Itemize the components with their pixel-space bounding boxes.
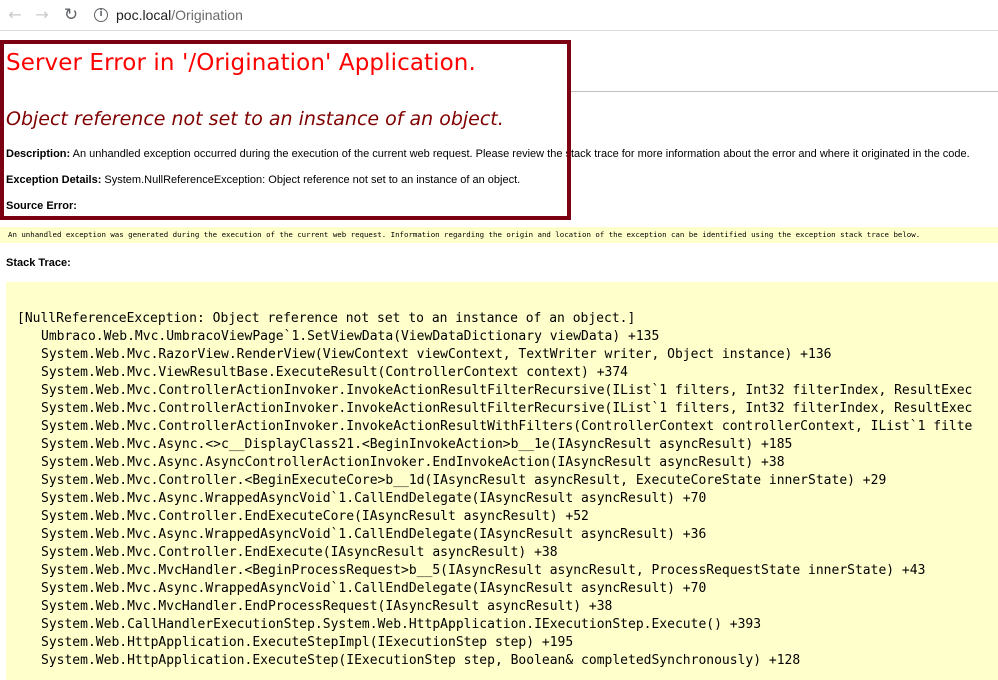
url-host: poc.local	[116, 7, 172, 23]
browser-toolbar: ← → ↻ i poc.local/Origination	[0, 0, 998, 31]
stack-trace-line: System.Web.Mvc.RazorView.RenderView(View…	[41, 347, 832, 362]
stack-trace-line: System.Web.CallHandlerExecutionStep.Syst…	[41, 617, 762, 632]
stack-trace-label: Stack Trace:	[6, 257, 71, 269]
stack-trace-line: System.Web.Mvc.Async.WrappedAsyncVoid`1.…	[41, 581, 707, 596]
stack-trace-line: Umbraco.Web.Mvc.UmbracoViewPage`1.SetVie…	[41, 329, 660, 344]
highlight-annotation-box	[0, 40, 571, 220]
stack-trace-line: System.Web.Mvc.ControllerActionInvoker.I…	[41, 401, 973, 416]
title-divider	[568, 91, 998, 92]
stack-trace-line: System.Web.Mvc.Async.WrappedAsyncVoid`1.…	[41, 527, 707, 542]
stack-trace-line: System.Web.Mvc.ControllerActionInvoker.I…	[41, 419, 973, 434]
stack-trace-line: System.Web.HttpApplication.ExecuteStep(I…	[41, 653, 801, 668]
stack-trace-line: System.Web.Mvc.Controller.EndExecuteCore…	[41, 509, 589, 524]
stack-trace-line: System.Web.Mvc.Async.WrappedAsyncVoid`1.…	[41, 491, 707, 506]
stack-trace-line: System.Web.Mvc.Controller.<BeginExecuteC…	[41, 473, 887, 488]
stack-trace-line: System.Web.Mvc.Async.<>c__DisplayClass21…	[41, 437, 793, 452]
stack-trace-line: System.Web.Mvc.ControllerActionInvoker.I…	[41, 383, 973, 398]
stack-trace-box: [NullReferenceException: Object referenc…	[6, 282, 998, 680]
stack-trace-line: System.Web.Mvc.MvcHandler.EndProcessRequ…	[41, 599, 613, 614]
source-error-box: An unhandled exception was generated dur…	[0, 227, 998, 243]
stack-trace-line: System.Web.Mvc.ViewResultBase.ExecuteRes…	[41, 365, 628, 380]
arrow-left-icon[interactable]: ←	[5, 5, 25, 25]
stack-trace-line: System.Web.Mvc.MvcHandler.<BeginProcessR…	[41, 563, 926, 578]
stack-trace-line: System.Web.Mvc.Controller.EndExecute(IAs…	[41, 545, 558, 560]
address-bar[interactable]: poc.local/Origination	[116, 6, 243, 24]
url-path: /Origination	[171, 7, 243, 23]
reload-icon[interactable]: ↻	[61, 5, 81, 25]
stack-trace-lines: Umbraco.Web.Mvc.UmbracoViewPage`1.SetVie…	[41, 328, 972, 670]
arrow-right-icon[interactable]: →	[32, 5, 52, 25]
stack-trace-line: System.Web.HttpApplication.ExecuteStepIm…	[41, 635, 574, 650]
stack-trace-line: System.Web.Mvc.Async.AsyncControllerActi…	[41, 455, 785, 470]
source-error-text: An unhandled exception was generated dur…	[8, 230, 921, 239]
stack-trace-exception-line: [NullReferenceException: Object referenc…	[17, 311, 636, 326]
info-icon[interactable]: i	[94, 8, 108, 22]
